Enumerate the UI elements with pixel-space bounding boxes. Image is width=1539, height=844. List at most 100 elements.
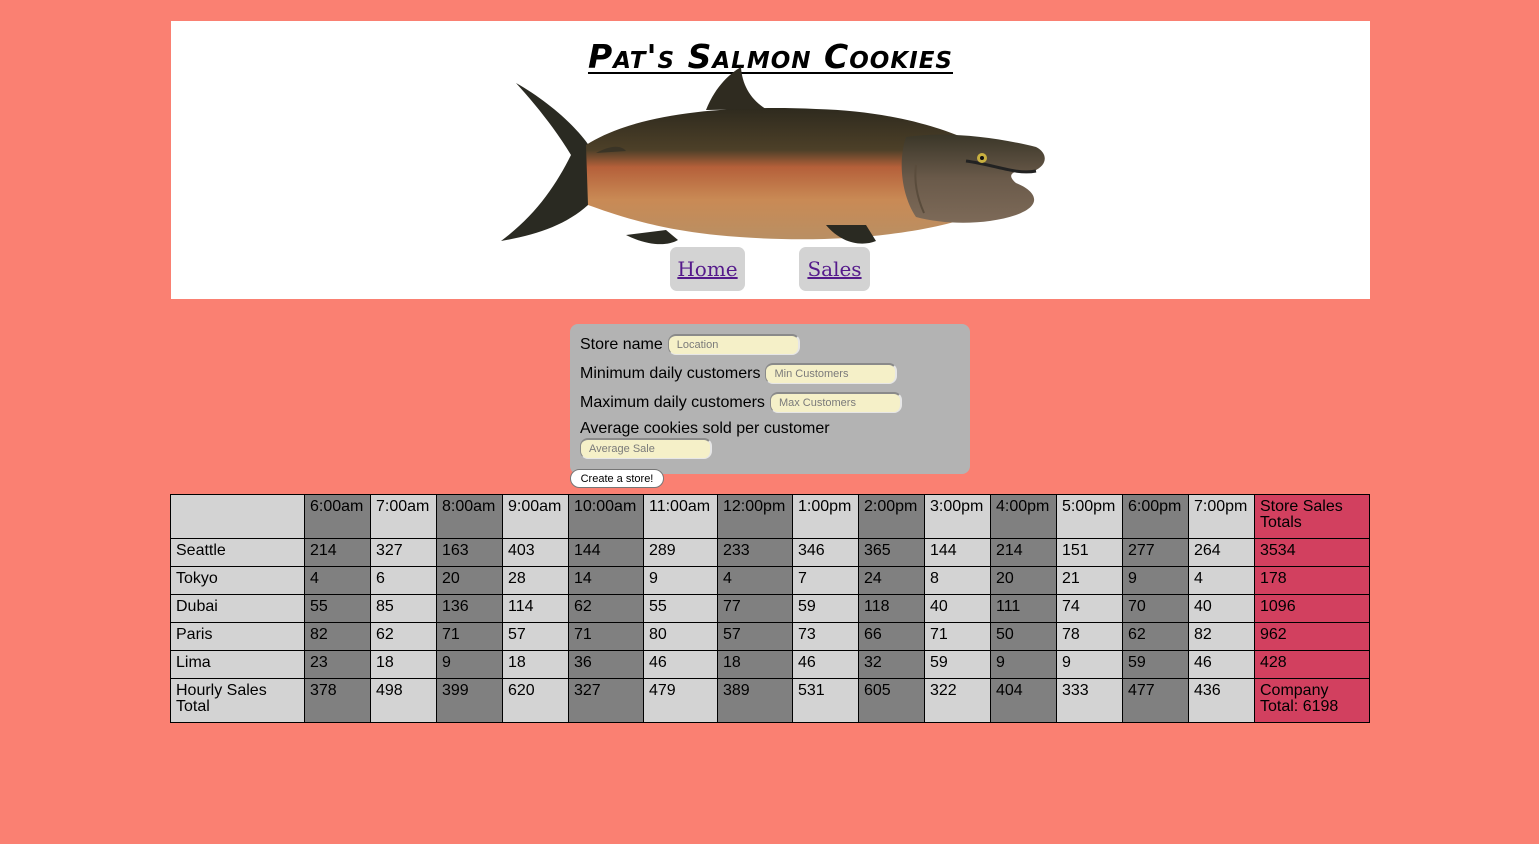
company-total-cell: Company Total: 6198 xyxy=(1254,678,1370,723)
hourly-total-cell: 620 xyxy=(502,678,569,723)
sales-cell: 163 xyxy=(436,538,503,567)
hour-header: 10:00am xyxy=(568,494,644,539)
sales-cell: 59 xyxy=(792,594,859,623)
sales-cell: 9 xyxy=(436,650,503,679)
sales-cell: 40 xyxy=(924,594,991,623)
hourly-total-cell: 479 xyxy=(643,678,718,723)
sales-table: 6:00am 7:00am 8:00am 9:00am 10:00am 11:00am 12… xyxy=(170,494,1370,723)
sales-cell: 74 xyxy=(1056,594,1123,623)
sales-cell: 50 xyxy=(990,622,1057,651)
hour-header: 4:00pm xyxy=(990,494,1057,539)
hour-header: 8:00am xyxy=(436,494,503,539)
sales-cell: 46 xyxy=(643,650,718,679)
store-total-cell: 178 xyxy=(1254,566,1370,595)
table-row: Dubai 55 85 136 114 62 55 77 59 118 40 111 74 70 40 109… xyxy=(170,594,1370,623)
store-total-cell: 3534 xyxy=(1254,538,1370,567)
store-total-cell: 1096 xyxy=(1254,594,1370,623)
store-name-row: Store name xyxy=(580,334,800,355)
hour-header: 6:00am xyxy=(304,494,371,539)
store-name-input[interactable] xyxy=(667,334,800,355)
table-row: Seattle 214 327 163 403 144 289 233 346 365 144 214… xyxy=(170,538,1370,567)
sales-cell: 9 xyxy=(990,650,1057,679)
salmon-image xyxy=(501,67,1045,245)
sales-cell: 28 xyxy=(502,566,569,595)
hourly-total-cell: 378 xyxy=(304,678,371,723)
sales-cell: 277 xyxy=(1122,538,1189,567)
table-row: Tokyo 4 6 20 28 14 9 4 7 24 8 20 21 9 4 178 xyxy=(170,566,1370,595)
hourly-total-label: Hourly Sales Total xyxy=(170,678,305,723)
sales-cell: 136 xyxy=(436,594,503,623)
sales-cell: 62 xyxy=(568,594,644,623)
sales-cell: 111 xyxy=(990,594,1057,623)
nav-home-link[interactable]: Home xyxy=(670,247,745,291)
sales-cell: 214 xyxy=(990,538,1057,567)
sales-cell: 62 xyxy=(1122,622,1189,651)
sales-cell: 46 xyxy=(1188,650,1255,679)
sales-cell: 57 xyxy=(502,622,569,651)
sales-cell: 289 xyxy=(643,538,718,567)
hour-header: 5:00pm xyxy=(1056,494,1123,539)
avg-sale-input[interactable] xyxy=(580,438,712,459)
sales-cell: 21 xyxy=(1056,566,1123,595)
sales-cell: 264 xyxy=(1188,538,1255,567)
hourly-total-cell: 333 xyxy=(1056,678,1123,723)
sales-cell: 55 xyxy=(643,594,718,623)
totals-header: Store Sales Totals xyxy=(1254,494,1370,539)
sales-cell: 70 xyxy=(1122,594,1189,623)
sales-cell: 9 xyxy=(1056,650,1123,679)
sales-cell: 144 xyxy=(924,538,991,567)
sales-cell: 18 xyxy=(717,650,793,679)
hour-header: 9:00am xyxy=(502,494,569,539)
corner-cell xyxy=(170,494,305,539)
min-customers-row: Minimum daily customers xyxy=(580,363,898,384)
hourly-total-cell: 322 xyxy=(924,678,991,723)
hourly-total-cell: 404 xyxy=(990,678,1057,723)
sales-cell: 71 xyxy=(436,622,503,651)
sales-cell: 36 xyxy=(568,650,644,679)
sales-cell: 6 xyxy=(370,566,437,595)
sales-cell: 8 xyxy=(924,566,991,595)
hour-header: 11:00am xyxy=(643,494,718,539)
sales-cell: 66 xyxy=(858,622,925,651)
hourly-total-cell: 389 xyxy=(717,678,793,723)
sales-cell: 9 xyxy=(643,566,718,595)
hour-header: 2:00pm xyxy=(858,494,925,539)
site-header: Pat's Salmon Cookies Home Sales xyxy=(171,21,1370,299)
sales-cell: 59 xyxy=(924,650,991,679)
sales-cell: 57 xyxy=(717,622,793,651)
sales-cell: 40 xyxy=(1188,594,1255,623)
table-footer-row: Hourly Sales Total 378 498 399 620 327 479 389 5… xyxy=(170,678,1370,723)
sales-cell: 20 xyxy=(990,566,1057,595)
table-body: Seattle 214 327 163 403 144 289 233 346 365 144 214… xyxy=(170,538,1370,679)
sales-cell: 82 xyxy=(304,622,371,651)
sales-cell: 20 xyxy=(436,566,503,595)
sales-cell: 4 xyxy=(717,566,793,595)
hourly-total-cell: 498 xyxy=(370,678,437,723)
hour-header: 12:00pm xyxy=(717,494,793,539)
max-customers-input[interactable] xyxy=(769,392,902,413)
sales-cell: 78 xyxy=(1056,622,1123,651)
hourly-total-cell: 436 xyxy=(1188,678,1255,723)
sales-cell: 151 xyxy=(1056,538,1123,567)
hour-header: 6:00pm xyxy=(1122,494,1189,539)
hour-header: 7:00am xyxy=(370,494,437,539)
sales-cell: 71 xyxy=(924,622,991,651)
sales-cell: 233 xyxy=(717,538,793,567)
min-customers-label: Minimum daily customers xyxy=(580,364,761,382)
sales-cell: 14 xyxy=(568,566,644,595)
sales-cell: 365 xyxy=(858,538,925,567)
hourly-total-cell: 399 xyxy=(436,678,503,723)
create-store-button[interactable]: Create a store! xyxy=(570,469,664,488)
sales-cell: 144 xyxy=(568,538,644,567)
sales-cell: 32 xyxy=(858,650,925,679)
sales-cell: 114 xyxy=(502,594,569,623)
nav-sales-link[interactable]: Sales xyxy=(799,247,870,291)
min-customers-input[interactable] xyxy=(765,363,898,384)
sales-cell: 59 xyxy=(1122,650,1189,679)
hourly-total-cell: 605 xyxy=(858,678,925,723)
sales-cell: 346 xyxy=(792,538,859,567)
sales-cell: 73 xyxy=(792,622,859,651)
store-name-cell: Seattle xyxy=(170,538,305,567)
sales-cell: 82 xyxy=(1188,622,1255,651)
sales-cell: 4 xyxy=(304,566,371,595)
